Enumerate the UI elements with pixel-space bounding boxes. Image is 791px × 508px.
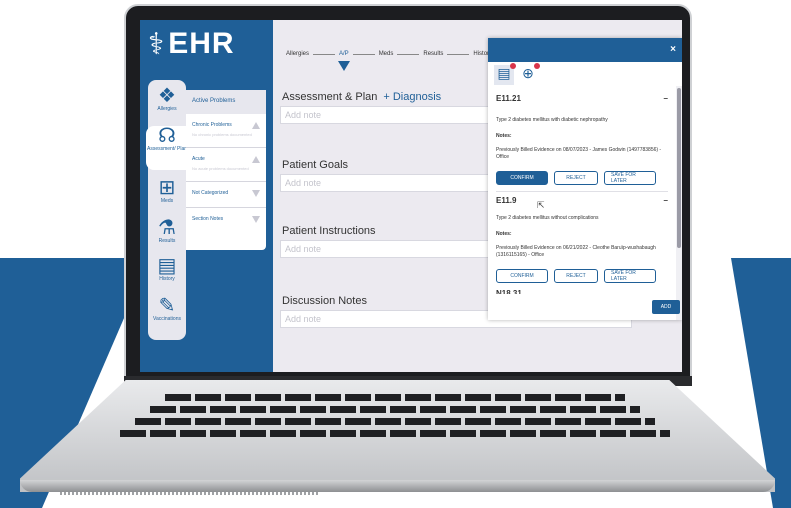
mouse-cursor-icon: ⇱ [537, 200, 545, 210]
notes-label: Notes: [496, 231, 512, 237]
problem-row-not-categorized[interactable]: Not Categorized [186, 182, 266, 208]
keyboard-row [120, 430, 670, 437]
keyboard-row [150, 406, 640, 413]
section-title: Patient Instructions [282, 225, 376, 237]
nav-item-meds[interactable]: ⊞ Meds [148, 178, 186, 204]
add-button[interactable]: ADD [652, 300, 680, 314]
chevron-down-icon[interactable] [252, 216, 260, 223]
problem-label: Not Categorized [192, 190, 229, 196]
problem-label: Acute [192, 156, 205, 162]
divider [496, 191, 668, 192]
problem-label: Section Notes [192, 216, 224, 222]
nav-item-vaccinations[interactable]: ✎ Vaccinations [148, 296, 186, 322]
caduceus-icon: ⚕ [148, 27, 165, 61]
problems-panel: Active Problems Chronic Problems No chro… [186, 90, 266, 250]
timeline-step-allergies[interactable]: Allergies [282, 51, 313, 57]
billed-evidence: Previously Billed Evidence on 08/07/2023… [496, 147, 662, 160]
microscope-icon: ⚗ [158, 217, 176, 239]
action-buttons: CONFIRM REJECT SAVE FOR LATER [496, 171, 668, 185]
close-icon[interactable]: × [670, 44, 676, 55]
chevron-up-icon[interactable] [252, 156, 260, 163]
add-diagnosis-link[interactable]: + Diagnosis [383, 91, 441, 103]
diagnosis-code: E11.21 [496, 94, 521, 103]
collapse-icon[interactable]: – [664, 94, 668, 103]
collapse-icon[interactable]: – [664, 196, 668, 205]
allergies-icon: ❖ [158, 85, 176, 107]
tab-suggestions[interactable]: ▤ [494, 63, 516, 85]
timeline: Allergies A/P Meds Results History [282, 44, 496, 71]
chevron-up-icon[interactable] [252, 122, 260, 129]
diagnosis-popup: × ▤ ⊕ E11.21 – Type 2 diabetes mellitus … [488, 38, 682, 320]
syringe-icon: ✎ [158, 295, 176, 317]
action-buttons: CONFIRM REJECT SAVE FOR LATER [496, 269, 668, 283]
timeline-connector [447, 53, 470, 55]
problem-row-chronic[interactable]: Chronic Problems No chronic problems doc… [186, 114, 266, 148]
keyboard-row [165, 394, 625, 401]
popup-body: E11.21 – Type 2 diabetes mellitus with d… [488, 86, 676, 320]
diagnosis-code: E11.9 [496, 196, 517, 205]
nav-item-allergies[interactable]: ❖ Allergies [148, 86, 186, 112]
notification-badge [510, 63, 516, 69]
logo-text: EHR [168, 27, 235, 60]
diagnosis-header: E11.9 – [496, 196, 668, 205]
confirm-button[interactable]: CONFIRM [496, 269, 548, 283]
section-title: Discussion Notes [282, 295, 367, 307]
nav-item-history[interactable]: ▤ History [148, 256, 186, 282]
nav-label: Allergies [157, 106, 177, 112]
stage: ⚕ EHR ❖ Allergies ☊ Assessment/ Plan ⊞ M… [0, 0, 791, 508]
app-logo: ⚕ EHR [140, 20, 273, 68]
meds-icon: ⊞ [158, 177, 176, 199]
clipboard-icon: ▤ [497, 65, 511, 81]
problem-row-acute[interactable]: Acute No acute problems documented [186, 148, 266, 182]
scrollbar-thumb[interactable] [677, 88, 681, 248]
nav-item-assessment-plan[interactable]: ☊ Assessment/ Plan [146, 126, 188, 170]
section-title: Patient Goals [282, 159, 349, 171]
timeline-connector [397, 53, 420, 55]
nav-label: Assessment/ Plan [146, 146, 188, 152]
stethoscope-icon: ☊ [158, 125, 176, 147]
notification-badge [534, 63, 540, 69]
screen: ⚕ EHR ❖ Allergies ☊ Assessment/ Plan ⊞ M… [140, 20, 682, 372]
billed-evidence: Previously Billed Evidence on 06/21/2022… [496, 245, 656, 258]
confirm-button[interactable]: CONFIRM [496, 171, 548, 185]
clipboard-icon: ▤ [157, 255, 177, 277]
laptop-vent [60, 492, 320, 495]
reject-button[interactable]: REJECT [554, 269, 598, 283]
diagnosis-header-partial: N18.31 [496, 289, 668, 294]
keyboard-row [135, 418, 655, 425]
laptop-base [20, 380, 775, 492]
reject-button[interactable]: REJECT [554, 171, 598, 185]
chevron-down-icon[interactable] [252, 190, 260, 197]
problem-row-section-notes[interactable]: Section Notes [186, 208, 266, 234]
nav-column: ❖ Allergies ☊ Assessment/ Plan ⊞ Meds ⚗ … [146, 80, 188, 340]
notes-label: Notes: [496, 133, 512, 139]
section-title: Assessment & Plan [282, 91, 378, 103]
popup-scrollbar[interactable] [676, 86, 682, 320]
problem-sub: No acute problems documented [192, 166, 249, 171]
timeline-step-meds[interactable]: Meds [375, 51, 398, 57]
timeline-step-ap[interactable]: A/P [335, 51, 353, 71]
diagnosis-description: Type 2 diabetes mellitus with diabetic n… [496, 117, 608, 123]
nav-item-results[interactable]: ⚗ Results [148, 218, 186, 244]
popup-tabs: ▤ ⊕ [488, 62, 682, 86]
timeline-connector [313, 53, 336, 55]
diagnosis-header: E11.21 – [496, 94, 668, 103]
laptop-front-edge [20, 480, 775, 492]
diagnosis-description: Type 2 diabetes mellitus without complic… [496, 215, 599, 221]
nav-label: History [159, 276, 175, 282]
timeline-step-results[interactable]: Results [419, 51, 447, 57]
save-for-later-button[interactable]: SAVE FOR LATER [604, 269, 656, 283]
nav-label: Vaccinations [153, 316, 181, 322]
problem-sub: No chronic problems documented [192, 132, 252, 137]
tab-add-diagnosis[interactable]: ⊕ [518, 63, 540, 85]
problem-label: Chronic Problems [192, 122, 232, 128]
diagnosis-code: N18.31 [496, 289, 522, 294]
save-for-later-button[interactable]: SAVE FOR LATER [604, 171, 656, 185]
medical-plus-icon: ⊕ [522, 65, 534, 81]
nav-label: Results [158, 238, 176, 244]
nav-label: Meds [160, 198, 174, 204]
problems-header: Active Problems [186, 90, 266, 114]
timeline-connector [352, 53, 375, 55]
